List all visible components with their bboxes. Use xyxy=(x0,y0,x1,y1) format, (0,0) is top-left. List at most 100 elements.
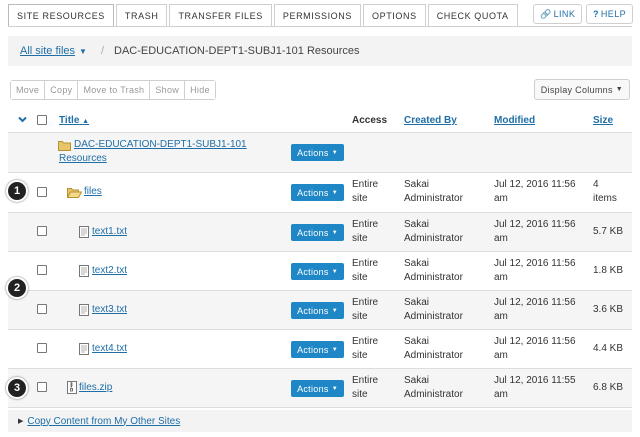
row-modified: Jul 12, 2016 11:55 xyxy=(494,375,576,386)
breadcrumb-all-site-files[interactable]: All site files xyxy=(20,45,75,57)
row-size: 4.4 KB xyxy=(593,343,624,354)
table-row: text4.txt Actions ▼ Entire site Sakai Adm… xyxy=(8,330,632,369)
table-row: DAC-EDUCATION-DEPT1-SUBJ1-101 Resources … xyxy=(8,133,632,173)
actions-label: Actions xyxy=(297,383,329,394)
zip-file-icon xyxy=(67,381,77,397)
row-size-cont: items xyxy=(593,193,617,204)
row-modified: Jul 12, 2016 11:56 xyxy=(494,297,576,308)
row-created-by-cont: Administrator xyxy=(404,389,463,400)
row-title-link[interactable]: text4.txt xyxy=(92,342,127,356)
caret-down-icon: ▼ xyxy=(615,86,623,93)
table-row: text2.txt Actions ▼ Entire site Sakai Adm… xyxy=(8,252,632,291)
row-size: 1.8 KB xyxy=(593,265,624,276)
row-created-by: Sakai xyxy=(404,336,430,347)
actions-button[interactable]: Actions ▼ xyxy=(291,224,344,241)
hide-button[interactable]: Hide xyxy=(185,81,215,99)
row-access: Entire xyxy=(352,219,379,230)
sort-ascending-icon: ▲ xyxy=(82,118,90,125)
row-checkbox[interactable] xyxy=(37,265,47,275)
row-checkbox[interactable] xyxy=(37,382,47,392)
row-access: Entire xyxy=(352,258,379,269)
link-button-label: LINK xyxy=(553,9,576,19)
table-row: text1.txt Actions ▼ Entire site Sakai Adm… xyxy=(8,213,632,252)
row-access-cont: site xyxy=(352,389,368,400)
actions-button[interactable]: Actions ▼ xyxy=(291,380,344,397)
column-created-by[interactable]: Created By xyxy=(404,115,457,126)
actions-label: Actions xyxy=(297,305,329,316)
row-modified-cont: am xyxy=(494,311,508,322)
row-created-by: Sakai xyxy=(404,219,430,230)
actions-label: Actions xyxy=(297,266,329,277)
actions-button[interactable]: Actions ▼ xyxy=(291,341,344,358)
caret-down-icon: ▼ xyxy=(331,149,338,156)
row-size: 4 xyxy=(593,179,599,190)
row-title-link[interactable]: files xyxy=(84,185,102,199)
move-to-trash-button[interactable]: Move to Trash xyxy=(78,81,151,99)
row-created-by: Sakai xyxy=(404,297,430,308)
row-access: Entire xyxy=(352,179,379,190)
row-checkbox[interactable] xyxy=(37,226,47,236)
caret-down-icon[interactable]: ▼ xyxy=(79,47,87,56)
row-title-link[interactable]: text1.txt xyxy=(92,225,127,239)
row-title-link-cont[interactable]: Resources xyxy=(59,152,107,166)
row-size: 6.8 KB xyxy=(593,382,624,393)
row-title-link[interactable]: text2.txt xyxy=(92,264,127,278)
caret-down-icon: ▼ xyxy=(331,307,338,314)
column-title[interactable]: Title ▲ xyxy=(59,115,89,126)
table-row: files.zip Actions ▼ Entire site Sakai Adm… xyxy=(8,369,632,408)
row-checkbox[interactable] xyxy=(37,187,47,197)
help-button-label: HELP xyxy=(600,9,627,19)
help-button[interactable]: ? HELP xyxy=(586,4,634,24)
tab-options[interactable]: OPTIONS xyxy=(362,4,426,26)
row-checkbox[interactable] xyxy=(37,304,47,314)
tool-tabs: SITE RESOURCES TRASH TRANSFER FILES PERM… xyxy=(8,4,520,26)
help-icon: ? xyxy=(593,9,599,19)
actions-button[interactable]: Actions ▼ xyxy=(291,144,344,161)
link-button[interactable]: 🔗 LINK xyxy=(533,4,583,24)
row-access-cont: site xyxy=(352,311,368,322)
display-columns-label: Display Columns xyxy=(540,84,613,95)
row-created-by-cont: Administrator xyxy=(404,272,463,283)
row-access-cont: site xyxy=(352,272,368,283)
column-modified[interactable]: Modified xyxy=(494,115,535,126)
caret-down-icon: ▼ xyxy=(331,189,338,196)
breadcrumb: All site files ▼ / DAC-EDUCATION-DEPT1-S… xyxy=(8,36,632,66)
expand-triangle-icon[interactable]: ▶ xyxy=(18,417,23,425)
row-modified-cont: am xyxy=(494,389,508,400)
actions-button[interactable]: Actions ▼ xyxy=(291,184,344,201)
breadcrumb-separator: / xyxy=(100,45,105,57)
tab-transfer-files[interactable]: TRANSFER FILES xyxy=(169,4,272,26)
show-button[interactable]: Show xyxy=(150,81,186,99)
row-checkbox[interactable] xyxy=(37,343,47,353)
row-title-link[interactable]: files.zip xyxy=(79,381,112,395)
tab-check-quota[interactable]: CHECK QUOTA xyxy=(427,4,518,26)
actions-button[interactable]: Actions ▼ xyxy=(291,263,344,280)
row-modified: Jul 12, 2016 11:56 xyxy=(494,179,576,190)
row-title-link[interactable]: DAC-EDUCATION-DEPT1-SUBJ1-101 xyxy=(74,138,247,152)
copy-content-link[interactable]: Copy Content from My Other Sites xyxy=(27,416,180,427)
row-title-link[interactable]: text3.txt xyxy=(92,303,127,317)
row-modified-cont: am xyxy=(494,233,508,244)
expand-all-icon[interactable] xyxy=(18,115,27,124)
select-all-checkbox[interactable] xyxy=(37,115,47,125)
row-modified-cont: am xyxy=(494,350,508,361)
row-created-by-cont: Administrator xyxy=(404,350,463,361)
column-size[interactable]: Size xyxy=(593,115,613,126)
row-access-cont: site xyxy=(352,193,368,204)
caret-down-icon: ▼ xyxy=(331,346,338,353)
tab-permissions[interactable]: PERMISSIONS xyxy=(273,4,361,26)
row-modified: Jul 12, 2016 11:56 xyxy=(494,336,576,347)
display-columns-button[interactable]: Display Columns ▼ xyxy=(533,79,630,100)
row-created-by: Sakai xyxy=(404,258,430,269)
link-icon: 🔗 xyxy=(540,8,552,19)
copy-button[interactable]: Copy xyxy=(45,81,79,99)
tab-site-resources[interactable]: SITE RESOURCES xyxy=(8,4,114,26)
table-row: text3.txt Actions ▼ Entire site Sakai Adm… xyxy=(8,291,632,330)
move-button[interactable]: Move xyxy=(11,81,46,99)
row-modified-cont: am xyxy=(494,272,508,283)
tab-trash[interactable]: TRASH xyxy=(115,4,168,26)
column-access: Access xyxy=(352,115,388,126)
text-file-icon xyxy=(79,304,89,319)
row-created-by: Sakai xyxy=(404,375,430,386)
actions-button[interactable]: Actions ▼ xyxy=(291,302,344,319)
